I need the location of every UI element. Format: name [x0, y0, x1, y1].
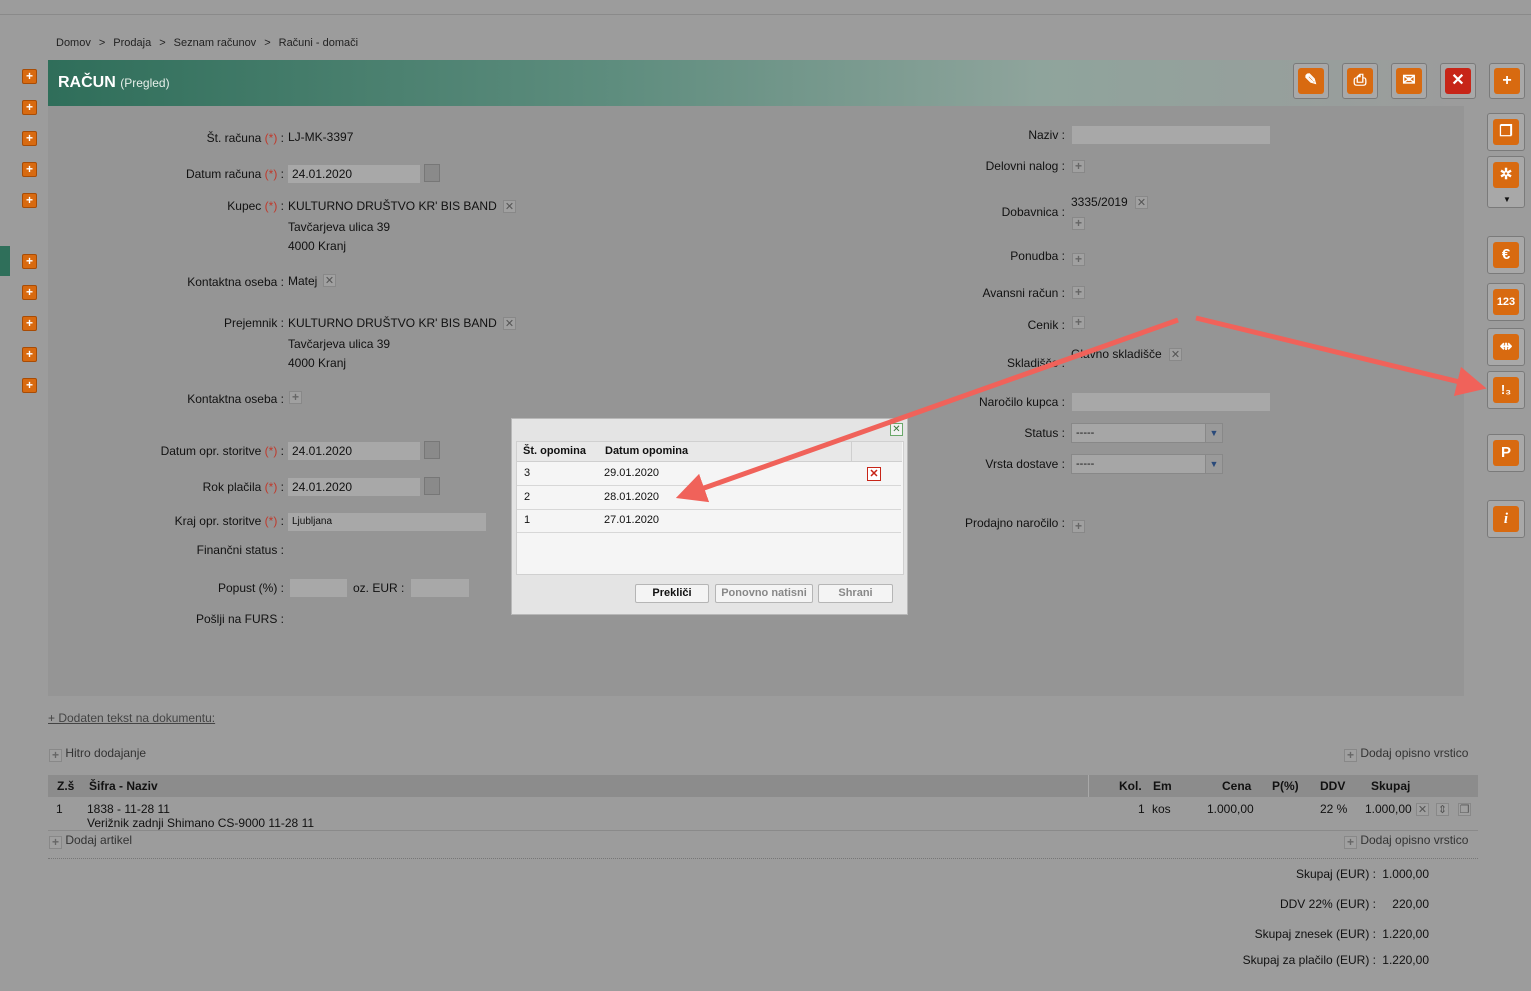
annotation-arrows	[675, 315, 1487, 503]
arrow-to-reminder-button	[1195, 315, 1487, 397]
arrow-to-dialog	[675, 317, 1179, 503]
